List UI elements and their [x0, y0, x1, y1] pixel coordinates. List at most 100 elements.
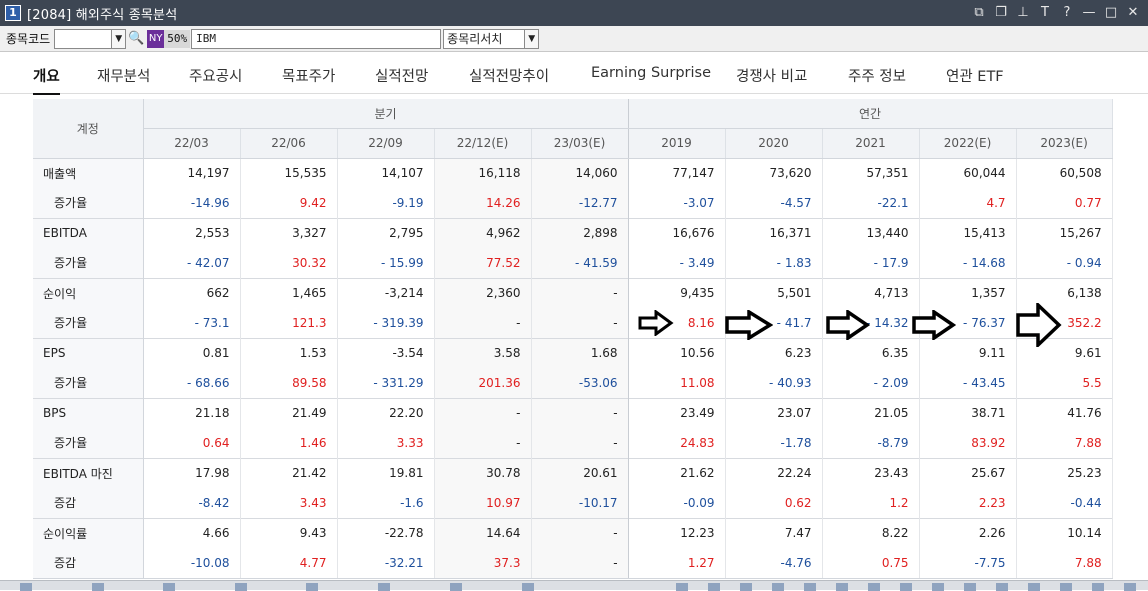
column-header: 2019	[628, 128, 726, 159]
table-cell: - 68.66	[143, 368, 241, 398]
pin-icon[interactable]: ⊥	[1014, 4, 1032, 22]
table-cell: - 14.68	[919, 248, 1017, 278]
table-cell: -3.07	[628, 188, 726, 218]
taskbar-strip	[0, 580, 1148, 591]
table-cell: 3,327	[240, 217, 338, 248]
table-cell: 1.2	[822, 488, 920, 518]
tab-earnings-forecast[interactable]: 실적전망	[375, 65, 428, 86]
row-label: 증가율	[33, 188, 144, 218]
stock-code-input[interactable]	[54, 28, 113, 49]
annual-group-header: 연간	[628, 99, 1113, 129]
table-cell: 10.97	[434, 488, 532, 518]
table-cell: 5.5	[1016, 368, 1113, 398]
table-cell: 9.11	[919, 337, 1017, 368]
table-cell: 662	[143, 277, 241, 308]
column-header: 2022(E)	[919, 128, 1017, 159]
table-cell: -0.09	[628, 488, 726, 518]
table-cell: -0.44	[1016, 488, 1113, 518]
minimize-icon[interactable]: —	[1080, 4, 1098, 22]
table-cell: 1.53	[240, 337, 338, 368]
row-label: EBITDA 마진	[33, 457, 144, 488]
table-cell: - 2.09	[822, 368, 920, 398]
table-row: 매출액 14,197 15,535 14,107 16,118 14,060 77,147 7…	[33, 157, 1113, 188]
window-number-badge: 1	[5, 5, 21, 21]
table-cell: 11.08	[628, 368, 726, 398]
table-cell: 2.23	[919, 488, 1017, 518]
arrow-right-icon	[725, 310, 773, 340]
table-cell: 9,435	[628, 277, 726, 308]
row-label: BPS	[33, 397, 144, 428]
market-badge: NY	[147, 29, 165, 48]
table-cell: 21.42	[240, 457, 338, 488]
help-icon[interactable]: ?	[1058, 4, 1076, 22]
table-cell: -7.75	[919, 548, 1017, 579]
table-cell: 15,413	[919, 217, 1017, 248]
table-cell: 4.7	[919, 188, 1017, 218]
tab-peer-comparison[interactable]: 경쟁사 비교	[736, 65, 807, 86]
column-header: 2023(E)	[1016, 128, 1113, 159]
table-cell: 89.58	[240, 368, 338, 398]
tab-target-price[interactable]: 목표주가	[282, 65, 335, 86]
search-icon[interactable]: 🔍	[128, 29, 144, 49]
table-cell: 25.67	[919, 457, 1017, 488]
tab-shareholder-info[interactable]: 주주 정보	[848, 65, 906, 86]
tab-related-etf[interactable]: 연관 ETF	[946, 65, 1004, 86]
table-row: 증가율 - 68.66 89.58- 331.29 201.36 -53.06 11.08…	[33, 368, 1113, 398]
table-cell: - 331.29	[337, 368, 435, 398]
table-cell: 4.77	[240, 548, 338, 579]
table-cell: 0.77	[1016, 188, 1113, 218]
table-cell: 4,962	[434, 217, 532, 248]
table-cell: -1.78	[725, 428, 823, 458]
tab-forecast-trend[interactable]: 실적전망추이	[469, 65, 549, 86]
stock-code-dropdown-icon[interactable]: ▼	[112, 28, 127, 49]
table-cell: 201.36	[434, 368, 532, 398]
research-select[interactable]: 종목리서치	[443, 28, 526, 49]
duplicate-window-icon[interactable]: ❐	[992, 4, 1010, 22]
table-cell: 14,060	[531, 157, 629, 188]
tab-overview[interactable]: 개요	[33, 65, 60, 95]
table-cell: 13,440	[822, 217, 920, 248]
font-size-icon[interactable]: T	[1036, 4, 1054, 22]
table-cell: 15,535	[240, 157, 338, 188]
column-header: 22/03	[143, 128, 241, 159]
table-cell: 2,553	[143, 217, 241, 248]
row-label: 증감	[33, 488, 144, 518]
table-cell: 14.64	[434, 517, 532, 548]
tab-financial-analysis[interactable]: 재무분석	[97, 65, 150, 86]
table-cell: 30.32	[240, 248, 338, 278]
table-cell: -10.17	[531, 488, 629, 518]
table-cell: 83.92	[919, 428, 1017, 458]
table-cell: -10.08	[143, 548, 241, 579]
row-label: 증가율	[33, 428, 144, 458]
table-cell: 16,676	[628, 217, 726, 248]
link-window-icon[interactable]: ⧉	[970, 4, 988, 22]
table-cell: 23.43	[822, 457, 920, 488]
table-cell: 14,107	[337, 157, 435, 188]
table-cell: 1,465	[240, 277, 338, 308]
research-dropdown-icon[interactable]: ▼	[525, 28, 540, 49]
table-cell: -22.78	[337, 517, 435, 548]
table-cell: -	[531, 517, 629, 548]
table-cell: - 1.83	[725, 248, 823, 278]
table-row: BPS 21.18 21.49 22.20- -23.49 23.07 21.05 38.71…	[33, 397, 1113, 428]
row-label: 증감	[33, 548, 144, 579]
table-row: 증가율 - 42.07 30.32- 15.99 77.52- 41.59- 3.49…	[33, 248, 1113, 278]
table-cell: 25.23	[1016, 457, 1113, 488]
table-cell: 23.07	[725, 397, 823, 428]
table-cell: 3.33	[337, 428, 435, 458]
table-cell: -53.06	[531, 368, 629, 398]
maximize-icon[interactable]: □	[1102, 4, 1120, 22]
close-icon[interactable]: ✕	[1124, 4, 1142, 22]
table-cell: - 41.59	[531, 248, 629, 278]
table-cell: 10.56	[628, 337, 726, 368]
table-cell: 8.22	[822, 517, 920, 548]
tab-disclosures[interactable]: 주요공시	[189, 65, 242, 86]
table-cell: 6.23	[725, 337, 823, 368]
row-label: 순이익	[33, 277, 144, 308]
table-row: EPS 0.81 1.53 -3.54 3.58 1.68 10.56 6.23 6.35 9.1…	[33, 337, 1113, 368]
tab-earning-surprise[interactable]: Earning Surprise	[591, 65, 711, 81]
table-cell: -	[531, 428, 629, 458]
table-cell: 23.49	[628, 397, 726, 428]
table-cell: -4.57	[725, 188, 823, 218]
table-cell: -4.76	[725, 548, 823, 579]
